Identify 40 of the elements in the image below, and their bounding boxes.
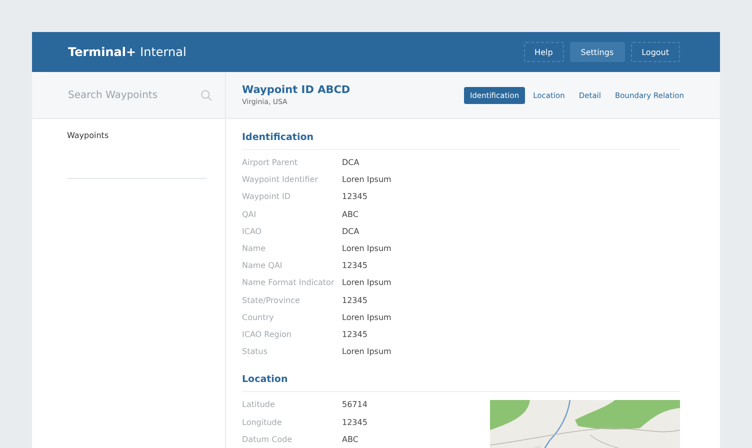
app-logo: Terminal+ Internal [68, 45, 186, 59]
field-label: QAI [242, 210, 258, 219]
field-value: Loren Ipsum [342, 347, 392, 356]
field-label: Latitude [242, 400, 276, 410]
sidebar-item[interactable]: Waypoints [67, 131, 207, 179]
field-label: ICAO [242, 226, 263, 236]
field-value: Loren Ipsum [342, 312, 392, 322]
field-value: DCA [342, 158, 360, 168]
search-icon [200, 88, 213, 102]
field-value: 56714 [342, 400, 368, 410]
field-label: Datum Code [242, 434, 294, 444]
field-value: Loren Ipsum [342, 278, 392, 288]
nav-button[interactable]: Settings [570, 42, 625, 62]
field-value: ABC [342, 210, 358, 219]
section-title: Identification [242, 131, 680, 150]
field-label: Airport Parent [242, 158, 299, 168]
field-value: ABC [342, 434, 358, 444]
field-label: Country [242, 312, 275, 322]
search-field[interactable]: Search Waypoints [66, 88, 200, 102]
field-value: 12345 [342, 296, 368, 305]
field-label: Waypoint Identifier [242, 175, 320, 184]
waypoint-title: Waypoint ID ABCD [242, 84, 350, 96]
field-value: 12345 [342, 330, 368, 339]
nav-button[interactable]: Logout [630, 42, 680, 62]
section-title: Location [242, 373, 680, 392]
field-value: Loren Ipsum [342, 244, 392, 254]
field-value: 12345 [342, 418, 368, 427]
nav-button[interactable]: Help [524, 42, 564, 62]
field-label: ICAO Region [242, 330, 293, 339]
field-label: State/Province [242, 296, 301, 305]
field-label: Name QAI [242, 261, 284, 270]
field-label: Status [242, 347, 268, 356]
field-value: 12345 [342, 261, 368, 270]
field-label: Name Format Indicator [242, 278, 336, 288]
field-label: Longitude [242, 418, 283, 427]
field-value: Loren Ipsum [342, 175, 392, 184]
field-value: DCA [342, 226, 360, 236]
field-label: Name [242, 244, 267, 254]
field-value: 12345 [342, 192, 368, 202]
field-label: Waypoint ID [242, 192, 292, 202]
